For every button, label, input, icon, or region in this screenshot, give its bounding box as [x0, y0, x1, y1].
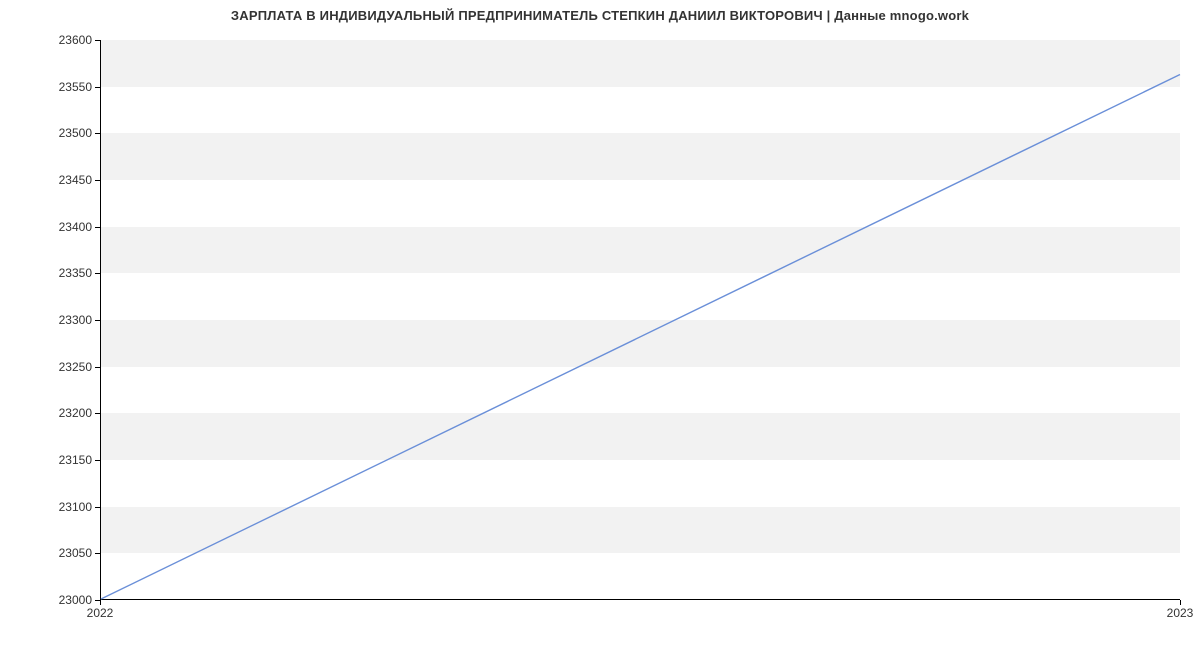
y-tick-label: 23000 [8, 593, 92, 607]
chart-container: ЗАРПЛАТА В ИНДИВИДУАЛЬНЫЙ ПРЕДПРИНИМАТЕЛ… [0, 0, 1200, 650]
y-tick-label: 23450 [8, 173, 92, 187]
y-tick-label: 23100 [8, 500, 92, 514]
y-tick-label: 23400 [8, 220, 92, 234]
plot-area [100, 40, 1180, 600]
line-svg [101, 40, 1180, 599]
y-tick-label: 23300 [8, 313, 92, 327]
x-tick-mark [100, 600, 101, 605]
y-tick-mark [95, 507, 100, 508]
x-tick-label: 2022 [87, 606, 114, 620]
y-tick-mark [95, 367, 100, 368]
y-tick-mark [95, 133, 100, 134]
y-tick-label: 23550 [8, 80, 92, 94]
chart-title: ЗАРПЛАТА В ИНДИВИДУАЛЬНЫЙ ПРЕДПРИНИМАТЕЛ… [0, 8, 1200, 23]
y-tick-label: 23600 [8, 33, 92, 47]
y-tick-mark [95, 273, 100, 274]
y-tick-mark [95, 227, 100, 228]
y-tick-mark [95, 180, 100, 181]
y-tick-label: 23250 [8, 360, 92, 374]
y-tick-label: 23350 [8, 266, 92, 280]
y-tick-label: 23050 [8, 546, 92, 560]
y-tick-label: 23500 [8, 126, 92, 140]
y-tick-mark [95, 320, 100, 321]
y-tick-label: 23150 [8, 453, 92, 467]
x-tick-mark [1180, 600, 1181, 605]
y-tick-mark [95, 87, 100, 88]
y-tick-mark [95, 460, 100, 461]
y-tick-mark [95, 413, 100, 414]
y-tick-mark [95, 40, 100, 41]
y-tick-label: 23200 [8, 406, 92, 420]
series-line-salary [101, 74, 1180, 599]
x-tick-label: 2023 [1167, 606, 1194, 620]
y-tick-mark [95, 553, 100, 554]
